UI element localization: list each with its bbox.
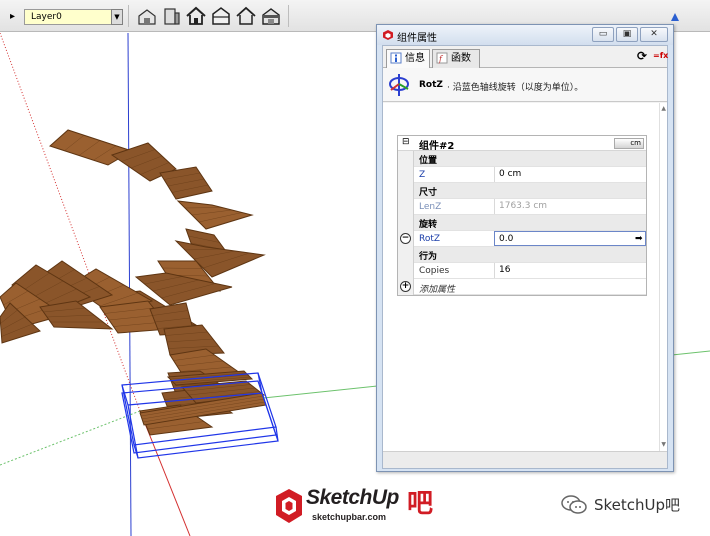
- watermark-url: sketchupbar.com: [312, 512, 387, 522]
- dialog-footer: [383, 451, 667, 468]
- attribute-name: RotZ: [419, 234, 441, 244]
- row-gutter: [398, 199, 414, 215]
- row-gutter: [398, 167, 414, 183]
- sketchupbar-logo-icon: [276, 489, 302, 523]
- attribute-value: 1763.3 cm: [499, 201, 548, 211]
- add-attribute-label: 添加属性: [419, 285, 456, 295]
- watermark-brand-suffix: 吧: [407, 488, 434, 518]
- attribute-grid: ⊟ 组件#2 cm 位置 Z 0 cm 尺寸 LenZ 1763.3 cm 旋转 − RotZ 0…: [397, 135, 647, 296]
- stair-steps: [0, 129, 267, 436]
- row-gutter: +: [398, 279, 414, 295]
- category-label: 尺寸: [419, 188, 438, 198]
- units-button[interactable]: cm: [614, 138, 644, 149]
- category-label: 旋转: [419, 220, 438, 230]
- dialog-titlebar[interactable]: 组件属性 ▭ ▣ ✕: [377, 25, 673, 45]
- attribute-name: Copies: [419, 266, 450, 276]
- rotate-axis-icon: [389, 74, 409, 96]
- toolbar-separator: [128, 5, 129, 27]
- barn-icon[interactable]: [261, 6, 281, 26]
- attribute-value-field: 1763.3 cm: [494, 199, 646, 214]
- attribute-category: 旋转: [398, 215, 646, 231]
- stair-step: [159, 166, 213, 200]
- tab-functions[interactable]: f 函数: [432, 49, 480, 68]
- wechat-icon: [561, 495, 587, 514]
- attribute-row: Copies 16: [398, 263, 646, 279]
- maximize-button[interactable]: ▣: [616, 27, 638, 42]
- collapse-toggle-icon[interactable]: ⊟: [402, 137, 410, 147]
- minimize-button[interactable]: ▭: [592, 27, 614, 42]
- category-label: 行为: [419, 252, 438, 262]
- tab-bar: 信息 f 函数 ⟳ =fx: [383, 46, 668, 68]
- row-gutter: [398, 183, 414, 199]
- tab-info-label: 信息: [405, 53, 425, 64]
- component-attributes-dialog: 组件属性 ▭ ▣ ✕ 信息 f 函数 ⟳ =fx RotZ · 沿蓝色轴线旋转（…: [376, 24, 674, 472]
- attribute-value: 0 cm: [499, 169, 522, 179]
- attribute-row: − RotZ 0.0 ➡: [398, 231, 646, 247]
- attribute-row: Z 0 cm: [398, 167, 646, 183]
- layer-pointer-icon: ▸: [10, 11, 16, 22]
- function-icon: f: [436, 52, 448, 64]
- warehouse-icon[interactable]: [137, 6, 157, 26]
- scroll-down-icon[interactable]: ▼: [661, 441, 666, 448]
- add-attribute-row[interactable]: + 添加属性: [398, 279, 646, 295]
- sketchup-logo-icon: [383, 30, 393, 40]
- attribute-category: 位置: [398, 151, 646, 167]
- row-gutter: [398, 151, 414, 167]
- house-icon[interactable]: [211, 6, 231, 26]
- category-label: 位置: [419, 156, 438, 166]
- row-gutter: −: [398, 231, 414, 247]
- refresh-icon[interactable]: ⟳: [635, 49, 649, 63]
- row-gutter: [398, 247, 414, 263]
- add-attribute-icon[interactable]: +: [400, 281, 411, 292]
- attribute-category: 行为: [398, 247, 646, 263]
- row-gutter: [398, 263, 414, 279]
- attribute-rows: 位置 Z 0 cm 尺寸 LenZ 1763.3 cm 旋转 − RotZ 0.0 ➡ 行为 Copie…: [398, 151, 646, 295]
- stair-step: [176, 200, 254, 230]
- house-outline-icon[interactable]: [236, 6, 256, 26]
- attribute-category: 尺寸: [398, 183, 646, 199]
- apply-arrow-icon[interactable]: ➡: [635, 233, 645, 245]
- layer-dropdown-button[interactable]: ▼: [111, 9, 123, 25]
- attribute-value: 0.0: [499, 234, 514, 244]
- attribute-value-field[interactable]: 0.0 ➡: [494, 231, 646, 246]
- remove-attribute-icon[interactable]: −: [400, 233, 411, 244]
- attribute-info-strip: RotZ 沿蓝色轴线旋转（以度为单位）。: [383, 68, 667, 102]
- component-name: 组件#2: [419, 141, 455, 152]
- dialog-title: 组件属性: [397, 33, 437, 44]
- house-icon[interactable]: [186, 6, 206, 26]
- attribute-name: LenZ: [419, 202, 442, 212]
- row-gutter: [398, 215, 414, 231]
- layer-select-value: Layer0: [31, 12, 62, 22]
- attribute-row: LenZ 1763.3 cm: [398, 199, 646, 215]
- dialog-body: 信息 f 函数 ⟳ =fx RotZ 沿蓝色轴线旋转（以度为单位）。: [382, 45, 668, 469]
- layer-select[interactable]: Layer0: [24, 9, 122, 25]
- attribute-name: Z: [419, 170, 426, 180]
- info-icon: [390, 52, 402, 64]
- attribute-value-field[interactable]: 16: [494, 263, 646, 278]
- paint-bucket-icon[interactable]: [668, 10, 682, 24]
- blue-axis: [127, 33, 132, 536]
- toolbar-separator: [288, 5, 289, 27]
- tab-functions-label: 函数: [451, 53, 471, 64]
- attribute-value: 16: [499, 265, 511, 275]
- scroll-up-icon[interactable]: ▲: [661, 105, 666, 112]
- attribute-value-field[interactable]: 0 cm: [494, 167, 646, 182]
- watermark-social: SketchUp吧: [594, 496, 681, 514]
- green-axis-dotted: [0, 410, 141, 466]
- selected-attribute-description: 沿蓝色轴线旋转（以度为单位）。: [447, 80, 584, 93]
- toggle-formula-icon[interactable]: =fx: [653, 49, 668, 63]
- vertical-scrollbar[interactable]: ▲ ▼: [659, 103, 667, 451]
- component-header: ⊟ 组件#2 cm: [398, 136, 646, 152]
- tab-info[interactable]: 信息: [386, 49, 430, 68]
- red-axis-dotted: [0, 33, 141, 412]
- selected-attribute-name: RotZ: [419, 80, 443, 90]
- attribute-panel: ⊟ 组件#2 cm 位置 Z 0 cm 尺寸 LenZ 1763.3 cm 旋转 − RotZ 0…: [383, 103, 667, 451]
- building-icon[interactable]: [162, 6, 182, 26]
- watermark-brand: SketchUp: [306, 486, 399, 509]
- close-button[interactable]: ✕: [640, 27, 668, 42]
